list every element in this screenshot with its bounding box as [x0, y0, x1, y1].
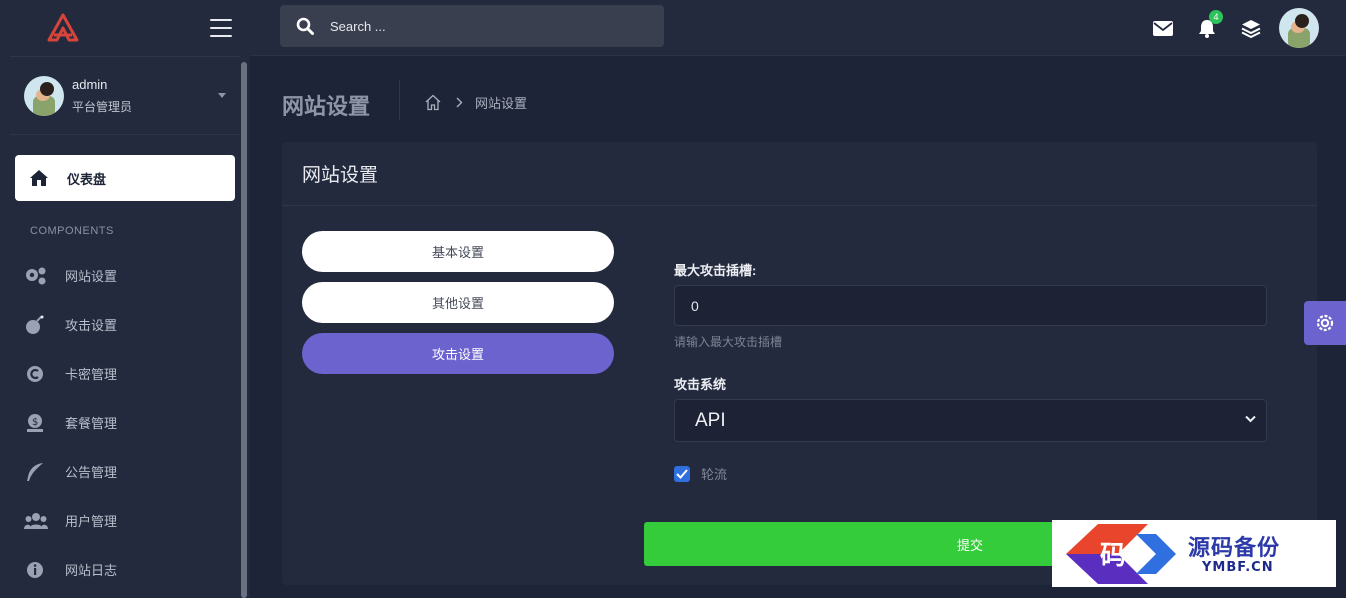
sidebar-item-packages[interactable]: $ 套餐管理	[24, 398, 234, 447]
notifications-button[interactable]: 4	[1185, 8, 1229, 48]
sidebar-item-announcements[interactable]: 公告管理	[24, 447, 234, 496]
sidebar-item-label: 卡密管理	[65, 367, 118, 382]
topbar-actions: 4	[1141, 0, 1346, 56]
settings-card: 网站设置 基本设置 其他设置 攻击设置 最大攻击插槽: 0 请输入最大攻击插槽 …	[282, 142, 1317, 585]
max-slots-input[interactable]: 0	[674, 285, 1267, 326]
chevron-right-icon	[456, 97, 463, 108]
sidebar: admin 平台管理员 仪表盘 COMPONENTS 网站设置 攻击设置 卡密管…	[0, 0, 250, 598]
feather-icon	[24, 461, 50, 483]
gear-icon	[1316, 314, 1334, 332]
tab-basic-settings[interactable]: 基本设置	[302, 231, 614, 272]
gears-icon	[24, 265, 50, 287]
user-name: admin	[72, 76, 108, 92]
max-slots-help: 请输入最大攻击插槽	[674, 335, 783, 349]
watermark-logo: 码 源码备份 YMBF.CN	[1052, 520, 1336, 587]
mail-button[interactable]	[1141, 8, 1185, 48]
sidebar-item-label: 套餐管理	[65, 416, 118, 431]
sidebar-menu: 网站设置 攻击设置 卡密管理 $ 套餐管理 公告管理 用户管理 网站日志	[24, 251, 234, 594]
page-title: 网站设置	[282, 94, 371, 119]
search-input[interactable]: Search ...	[280, 5, 664, 47]
sidebar-user[interactable]: admin 平台管理员	[10, 56, 240, 135]
caret-down-icon[interactable]	[218, 93, 226, 98]
sidebar-item-card-keys[interactable]: 卡密管理	[24, 349, 234, 398]
watermark-emblem: 码	[1066, 524, 1176, 584]
topbar: Search ... 4	[250, 0, 1346, 56]
max-slots-label: 最大攻击插槽:	[674, 263, 757, 278]
search-placeholder: Search ...	[330, 18, 386, 34]
layers-button[interactable]	[1229, 8, 1273, 48]
theme-settings-button[interactable]	[1304, 301, 1346, 345]
user-avatar[interactable]	[1279, 8, 1319, 48]
logo-bar	[0, 0, 250, 56]
menu-toggle-icon[interactable]	[210, 19, 232, 37]
rotate-checkbox[interactable]	[674, 465, 690, 482]
envelope-icon	[1153, 20, 1173, 36]
avatar	[24, 75, 64, 116]
chevron-down-icon	[1245, 415, 1256, 423]
watermark-text: 源码备份	[1188, 535, 1281, 561]
logo-icon[interactable]	[46, 13, 80, 43]
notification-badge: 4	[1209, 10, 1223, 24]
rotate-checkbox-row[interactable]: 轮流	[674, 464, 727, 483]
attack-system-label: 攻击系统	[674, 377, 727, 392]
sidebar-item-site-settings[interactable]: 网站设置	[24, 251, 234, 300]
money-icon: $	[24, 412, 50, 434]
info-icon	[24, 559, 50, 581]
sidebar-item-label: 网站日志	[65, 563, 118, 578]
rotate-label: 轮流	[701, 467, 728, 482]
sidebar-item-label: 攻击设置	[65, 318, 118, 333]
home-icon	[30, 170, 48, 186]
layers-icon	[1241, 19, 1261, 38]
breadcrumb-current: 网站设置	[475, 96, 528, 111]
bomb-icon	[24, 314, 50, 336]
card-title: 网站设置	[282, 142, 1317, 206]
watermark-glyph: 码	[1100, 541, 1126, 571]
sidebar-scrollbar[interactable]	[241, 62, 247, 598]
watermark-sub: YMBF.CN	[1202, 560, 1274, 575]
tab-other-settings[interactable]: 其他设置	[302, 282, 614, 323]
sidebar-item-label: 网站设置	[65, 269, 118, 284]
sidebar-item-dashboard[interactable]: 仪表盘	[15, 155, 235, 201]
sidebar-item-label: 公告管理	[65, 465, 118, 480]
users-icon	[24, 510, 50, 532]
section-title: COMPONENTS	[30, 225, 114, 237]
copyright-icon	[24, 363, 50, 385]
check-icon	[676, 468, 688, 479]
sidebar-item-logs[interactable]: 网站日志	[24, 545, 234, 594]
attack-system-value: API	[695, 409, 726, 431]
sidebar-item-label: 仪表盘	[67, 171, 107, 187]
sidebar-item-label: 用户管理	[65, 514, 118, 529]
tab-attack-settings[interactable]: 攻击设置	[302, 333, 614, 374]
sidebar-item-users[interactable]: 用户管理	[24, 496, 234, 545]
user-role: 平台管理员	[72, 99, 133, 114]
search-icon	[296, 17, 314, 35]
svg-text:$: $	[32, 417, 38, 428]
divider	[399, 80, 400, 120]
sidebar-item-attack-settings[interactable]: 攻击设置	[24, 300, 234, 349]
attack-system-select[interactable]: API	[674, 399, 1267, 442]
breadcrumb: 网站设置	[424, 93, 527, 112]
home-icon[interactable]	[424, 94, 442, 111]
